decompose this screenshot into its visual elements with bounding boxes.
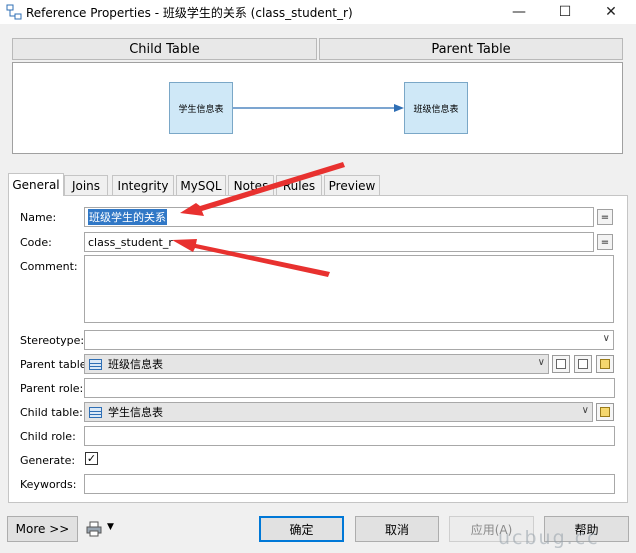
name-label: Name: <box>20 211 57 224</box>
new-object-icon <box>556 359 566 369</box>
tab-integrity[interactable]: Integrity <box>112 175 174 195</box>
child-table-header: Child Table <box>12 38 317 60</box>
child-role-label: Child role: <box>20 430 76 443</box>
parent-table-symbol: 班级信息表 <box>404 82 468 134</box>
generate-checkbox[interactable]: ✓ <box>85 452 98 465</box>
window-title: Reference Properties - 班级学生的关系 (class_st… <box>26 6 353 20</box>
comment-textarea[interactable] <box>84 255 614 323</box>
ok-button[interactable]: 确定 <box>259 516 344 542</box>
minimize-button[interactable]: — <box>496 0 542 24</box>
comment-label: Comment: <box>20 260 78 273</box>
print-dropdown-icon[interactable]: ▼ <box>107 522 114 532</box>
maximize-button[interactable]: ☐ <box>542 0 588 24</box>
code-field[interactable]: class_student_r <box>84 232 594 252</box>
name-field[interactable]: 班级学生的关系 <box>84 207 594 227</box>
parent-table-header: Parent Table <box>319 38 623 60</box>
keywords-field[interactable] <box>84 474 615 494</box>
code-value: class_student_r <box>88 235 173 249</box>
child-table-properties-button[interactable] <box>596 403 614 421</box>
reference-link <box>233 104 404 112</box>
parent-role-field[interactable] <box>84 378 615 398</box>
cancel-button[interactable]: 取消 <box>355 516 439 542</box>
stereotype-combo[interactable]: ∨ <box>84 330 614 350</box>
chevron-down-icon[interactable]: ∨ <box>538 357 545 368</box>
keywords-label: Keywords: <box>20 478 77 491</box>
child-table-combo[interactable]: 学生信息表 ∨ <box>84 402 593 422</box>
properties-icon <box>600 359 610 369</box>
parent-table-properties-button[interactable] <box>596 355 614 373</box>
create-table-button[interactable] <box>552 355 570 373</box>
tab-general[interactable]: General <box>8 173 64 196</box>
parent-table-combo[interactable]: 班级信息表 ∨ <box>84 354 549 374</box>
tab-joins[interactable]: Joins <box>64 175 108 195</box>
title-bar: Reference Properties - 班级学生的关系 (class_st… <box>0 0 636 24</box>
tab-rules[interactable]: Rules <box>276 175 322 195</box>
tab-mysql[interactable]: MySQL <box>176 175 226 195</box>
tab-notes[interactable]: Notes <box>228 175 274 195</box>
stereotype-label: Stereotype: <box>20 334 85 347</box>
name-value: 班级学生的关系 <box>88 209 167 225</box>
name-code-sync-button[interactable]: = <box>597 209 613 225</box>
chevron-down-icon[interactable]: ∨ <box>582 405 589 416</box>
chevron-down-icon[interactable]: ∨ <box>603 333 610 344</box>
table-icon <box>89 358 102 370</box>
select-table-button[interactable] <box>574 355 592 373</box>
properties-icon <box>600 407 610 417</box>
generate-label: Generate: <box>20 454 76 467</box>
child-table-label: Child table: <box>20 406 83 419</box>
child-role-field[interactable] <box>84 426 615 446</box>
reference-diagram: 学生信息表 班级信息表 <box>12 62 623 154</box>
close-button[interactable]: ✕ <box>588 0 634 24</box>
parent-role-label: Parent role: <box>20 382 84 395</box>
parent-table-label: Parent table: <box>20 358 91 371</box>
table-icon <box>89 406 102 418</box>
browse-icon <box>578 359 588 369</box>
reference-icon <box>6 4 22 20</box>
parent-table-value: 班级信息表 <box>108 358 163 371</box>
watermark: ucbug.cc <box>498 527 600 549</box>
code-label: Code: <box>20 236 52 249</box>
child-table-value: 学生信息表 <box>108 406 163 419</box>
more-button[interactable]: More >> <box>7 516 78 542</box>
code-sync-button[interactable]: = <box>597 234 613 250</box>
tab-preview[interactable]: Preview <box>324 175 380 195</box>
print-icon[interactable] <box>86 521 102 537</box>
